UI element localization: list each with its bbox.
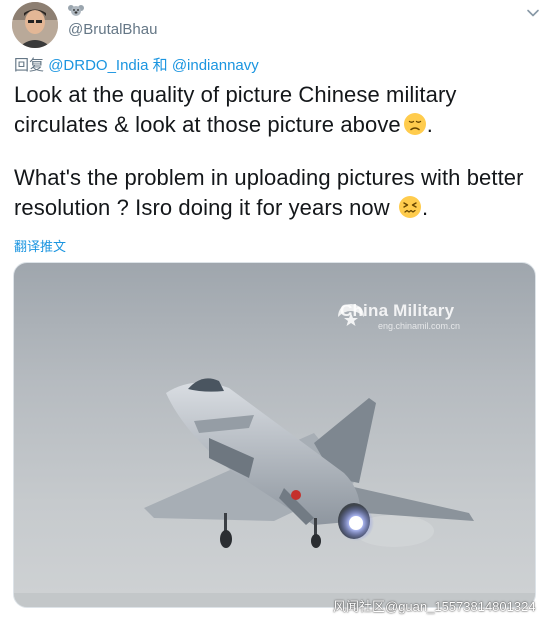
confounded-face-emoji-icon bbox=[398, 195, 422, 219]
tweet-card: @BrutalBhau 回复 @DRDO_India 和 @indiannavy… bbox=[0, 0, 550, 625]
user-name-row bbox=[68, 4, 84, 20]
reply-prefix: 回复 bbox=[14, 57, 45, 74]
watermark-url-text: eng.chinamil.com.cn bbox=[378, 321, 461, 331]
koala-icon bbox=[68, 4, 84, 20]
user-handle[interactable]: @BrutalBhau bbox=[68, 21, 157, 38]
mention-indiannavy-link[interactable]: @indiannavy bbox=[172, 57, 259, 74]
reply-conjunction: 和 bbox=[152, 57, 168, 74]
tweet-paragraph-1: Look at the quality of picture Chinese m… bbox=[14, 80, 524, 140]
tweet-paragraph-2-end: . bbox=[421, 195, 429, 220]
tweet-paragraph-2-text: What's the problem in uploading pictures… bbox=[14, 165, 524, 220]
mention-drdo-link[interactable]: @DRDO_India bbox=[48, 57, 148, 74]
tweet-paragraph-1-text: Look at the quality of picture Chinese m… bbox=[14, 82, 457, 137]
tweet-body: Look at the quality of picture Chinese m… bbox=[14, 80, 524, 223]
tweet-paragraph-1-end: . bbox=[426, 112, 433, 137]
fighter-jet-photo bbox=[14, 378, 535, 607]
tweet-paragraph-2: What's the problem in uploading pictures… bbox=[14, 163, 524, 223]
disappointed-face-emoji-icon bbox=[403, 112, 427, 136]
watermark-brand-text: China Military bbox=[340, 301, 455, 320]
translate-tweet-link[interactable]: 翻译推文 bbox=[14, 236, 66, 255]
avatar[interactable] bbox=[12, 2, 58, 48]
chevron-down-icon[interactable] bbox=[526, 6, 540, 20]
footer-watermark: 风闻社区@guan_15573814801324 bbox=[333, 599, 536, 614]
reply-context: 回复 @DRDO_India 和 @indiannavy bbox=[14, 54, 259, 75]
tweet-media-image[interactable]: China Military eng.chinamil.com.cn bbox=[13, 262, 536, 608]
china-military-watermark: China Military bbox=[334, 301, 455, 326]
